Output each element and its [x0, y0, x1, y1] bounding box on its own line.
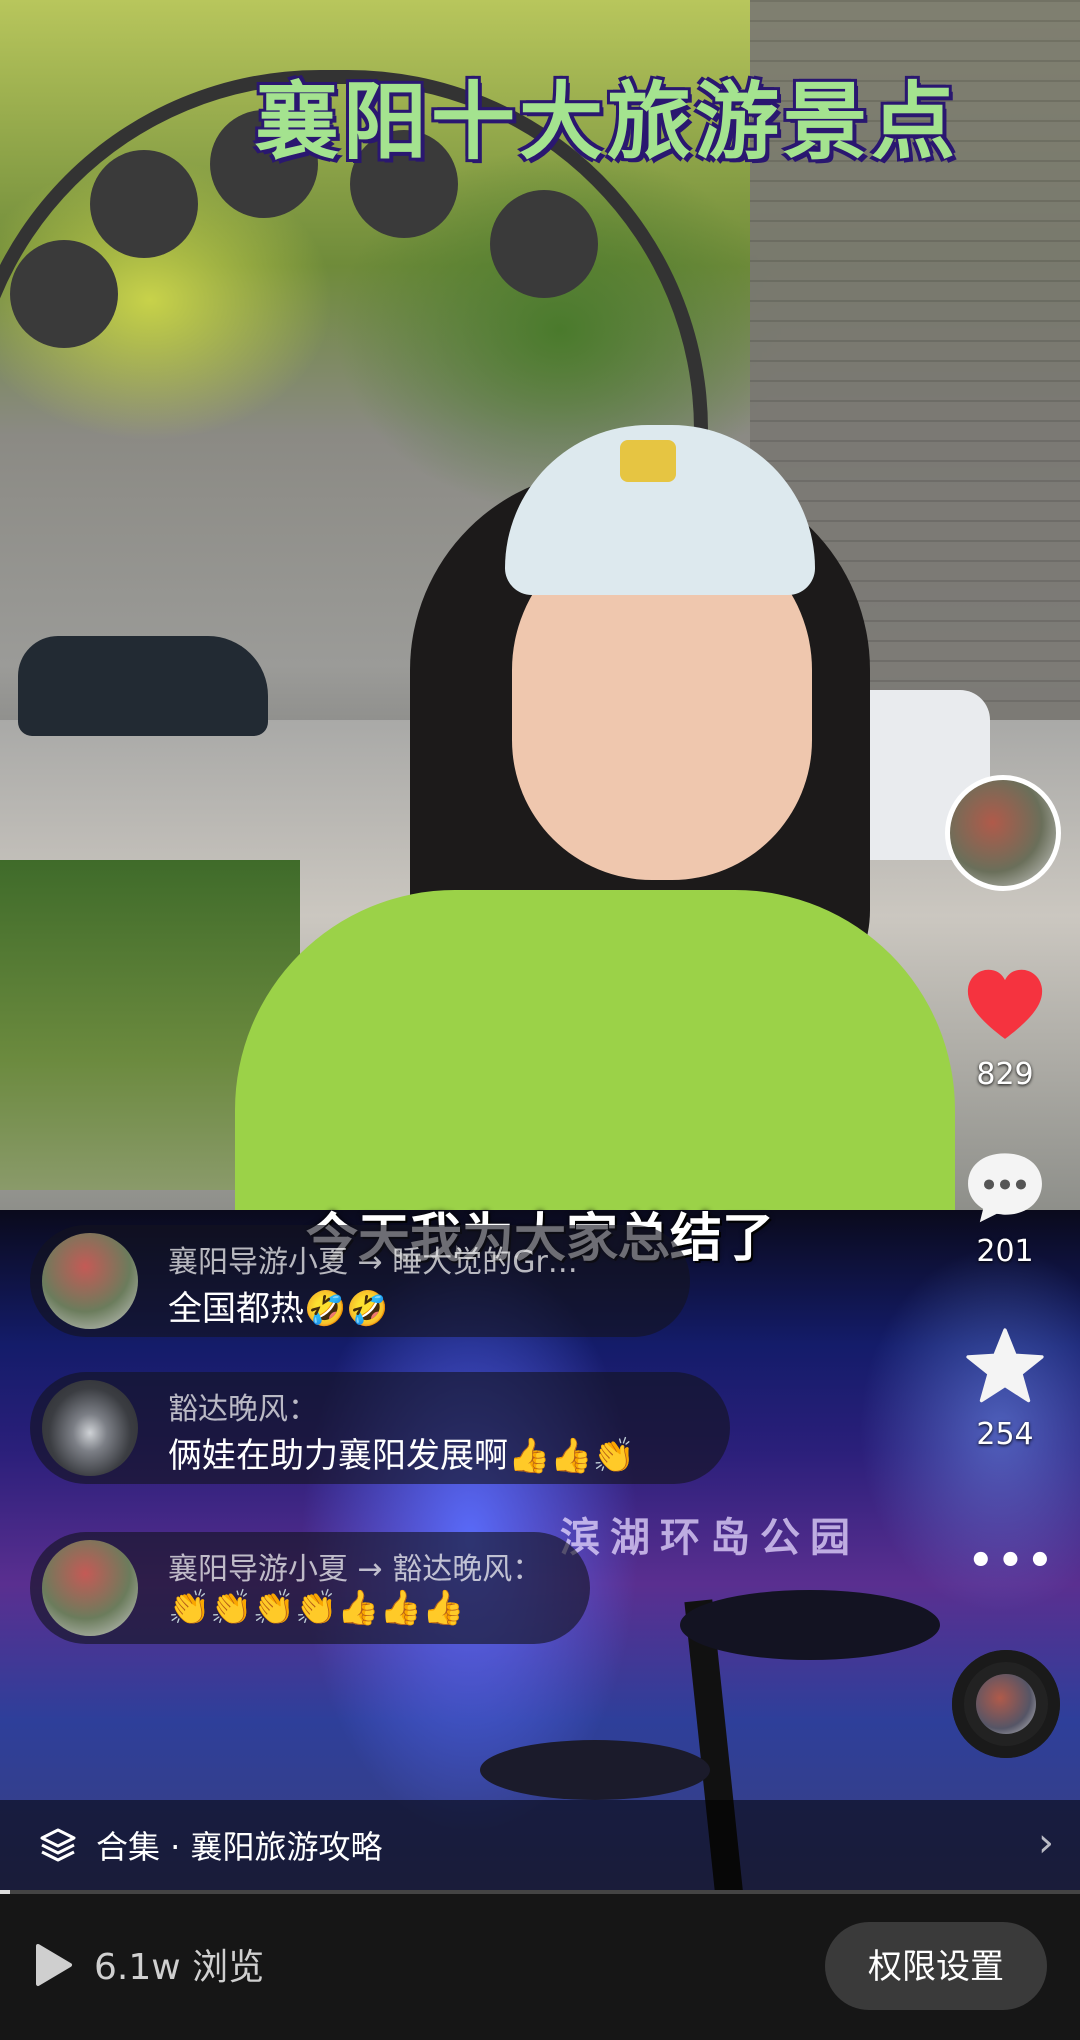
- arch-disc: [90, 150, 198, 258]
- collection-label: 合集 · 襄阳旅游攻略: [96, 1828, 383, 1866]
- comment-author: 襄阳导游小夏 → 睡大觉的Gr…: [168, 1245, 578, 1280]
- author-avatar[interactable]: [945, 775, 1061, 891]
- layers-icon: [40, 1828, 76, 1862]
- video-screen[interactable]: 滨湖环岛公园 襄阳十大旅游景点 829 201 254 ••• 今天我为大家总结…: [0, 0, 1080, 2040]
- permission-settings-button[interactable]: 权限设置: [825, 1922, 1047, 2010]
- favorite-button[interactable]: 254: [950, 1325, 1060, 1452]
- like-button[interactable]: 829: [950, 965, 1060, 1092]
- mushroom-sculpture: [480, 1740, 710, 1800]
- collection-bar[interactable]: 合集 · 襄阳旅游攻略 ›: [0, 1800, 1080, 1894]
- comment-bubble[interactable]: 豁达晚风： 俩娃在助力襄阳发展啊👍👍👏: [30, 1372, 730, 1484]
- heart-icon: [967, 969, 1043, 1039]
- favorite-count: 254: [976, 1417, 1034, 1452]
- commenter-avatar: [42, 1380, 138, 1476]
- music-disc[interactable]: [952, 1650, 1060, 1758]
- comment-bubble[interactable]: 襄阳导游小夏 → 豁达晚风： 👏👏👏👏👍👍👍: [30, 1532, 590, 1644]
- cap-logo: [620, 440, 676, 482]
- comment-text: 👏👏👏👏👍👍👍: [168, 1588, 465, 1628]
- commenter-avatar: [42, 1540, 138, 1636]
- comment-text: 全国都热🤣🤣: [168, 1289, 389, 1329]
- mushroom-sculpture: [680, 1590, 940, 1660]
- arch-disc: [490, 190, 598, 298]
- chevron-right-icon: ›: [1038, 1820, 1054, 1866]
- more-dots-icon[interactable]: •••: [968, 1538, 1057, 1584]
- comment-bubble[interactable]: 襄阳导游小夏 → 睡大觉的Gr… 全国都热🤣🤣: [30, 1225, 690, 1337]
- dark-car: [18, 636, 268, 736]
- video-title-overlay: 襄阳十大旅游景点: [255, 73, 960, 171]
- arch-disc: [10, 240, 118, 348]
- bottom-bar: 6.1w 浏览 权限设置: [0, 1894, 1080, 2040]
- comment-text: 俩娃在助力襄阳发展啊👍👍👏: [168, 1436, 636, 1476]
- view-count: 6.1w 浏览: [94, 1947, 265, 1988]
- comment-author: 豁达晚风：: [168, 1392, 318, 1427]
- star-icon: [966, 1328, 1044, 1403]
- comment-author: 襄阳导游小夏 → 豁达晚风：: [168, 1552, 543, 1587]
- park-sign: 滨湖环岛公园: [560, 1515, 860, 1561]
- play-icon: [36, 1944, 72, 1986]
- presenter-shirt: [235, 890, 955, 1220]
- like-count: 829: [976, 1057, 1034, 1092]
- commenter-avatar: [42, 1233, 138, 1329]
- music-disc-cover: [976, 1674, 1036, 1734]
